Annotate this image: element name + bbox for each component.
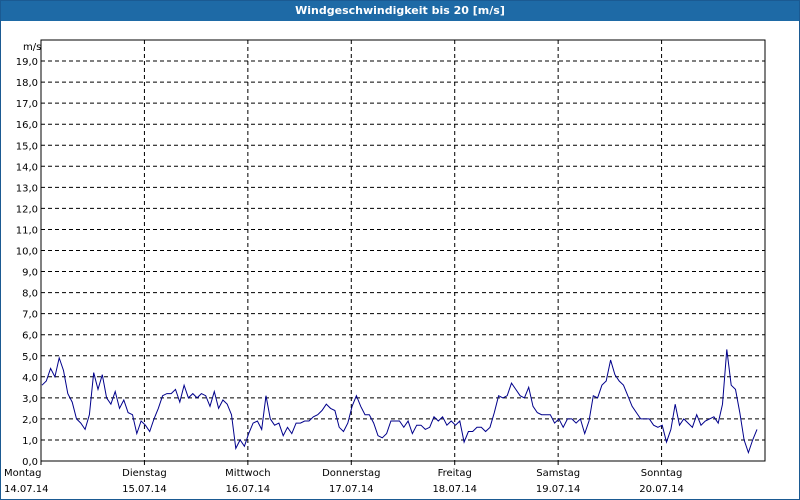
x-tick-day: Dienstag bbox=[122, 468, 167, 479]
x-tick-day: Donnerstag bbox=[322, 468, 380, 479]
y-tick-label: 9,0 bbox=[22, 268, 38, 279]
x-tick-day: Mittwoch bbox=[225, 468, 270, 479]
x-tick-date: 19.07.14 bbox=[536, 484, 581, 495]
y-tick-label: 3,0 bbox=[22, 394, 38, 405]
y-tick-label: 4,0 bbox=[22, 373, 38, 384]
y-tick-label: 12,0 bbox=[16, 204, 38, 215]
x-tick-day: Freitag bbox=[438, 468, 472, 479]
x-tick-date: 17.07.14 bbox=[329, 484, 374, 495]
y-tick-label: 18,0 bbox=[16, 78, 38, 89]
chart-window: Windgeschwindigkeit bis 20 [m/s] 0,0 1,0 2… bbox=[0, 0, 800, 500]
y-tick-label: 17,0 bbox=[16, 99, 38, 110]
x-tick-labels: Montag 14.07.14 Dienstag 15.07.14 Mittwoch 16… bbox=[4, 468, 684, 495]
y-tick-label: 0,0 bbox=[22, 457, 38, 468]
y-tick-label: 15,0 bbox=[16, 141, 38, 152]
y-tick-label: 6,0 bbox=[22, 331, 38, 342]
x-tick-day: Sonntag bbox=[641, 468, 683, 479]
y-tick-label: 5,0 bbox=[22, 352, 38, 363]
y-tick-label: 2,0 bbox=[22, 415, 38, 426]
y-axis-label: m/s bbox=[23, 42, 41, 53]
x-tick-date: 18.07.14 bbox=[432, 484, 477, 495]
y-tick-labels: 0,0 1,0 2,0 3,0 4,0 5,0 6,0 7,0 8,0 9,0 10,0 11,0 12… bbox=[16, 57, 38, 468]
y-tick-label: 1,0 bbox=[22, 436, 38, 447]
x-tick-date: 14.07.14 bbox=[4, 484, 49, 495]
y-tick-label: 10,0 bbox=[16, 247, 38, 258]
y-tick-label: 13,0 bbox=[16, 183, 38, 194]
x-tick-date: 20.07.14 bbox=[639, 484, 684, 495]
line-chart: 0,0 1,0 2,0 3,0 4,0 5,0 6,0 7,0 8,0 9,0 10,0 11,0 12… bbox=[4, 39, 766, 495]
y-tick-label: 7,0 bbox=[22, 310, 38, 321]
x-tick-day: Samstag bbox=[536, 468, 580, 479]
y-tick-label: 11,0 bbox=[16, 225, 38, 236]
y-tick-label: 19,0 bbox=[16, 57, 38, 68]
x-tick-date: 15.07.14 bbox=[122, 484, 167, 495]
y-tick-label: 8,0 bbox=[22, 289, 38, 300]
y-tick-label: 16,0 bbox=[16, 120, 38, 131]
x-tick-day: Montag bbox=[4, 468, 41, 479]
x-tick-date: 16.07.14 bbox=[226, 484, 271, 495]
y-tick-label: 14,0 bbox=[16, 162, 38, 173]
